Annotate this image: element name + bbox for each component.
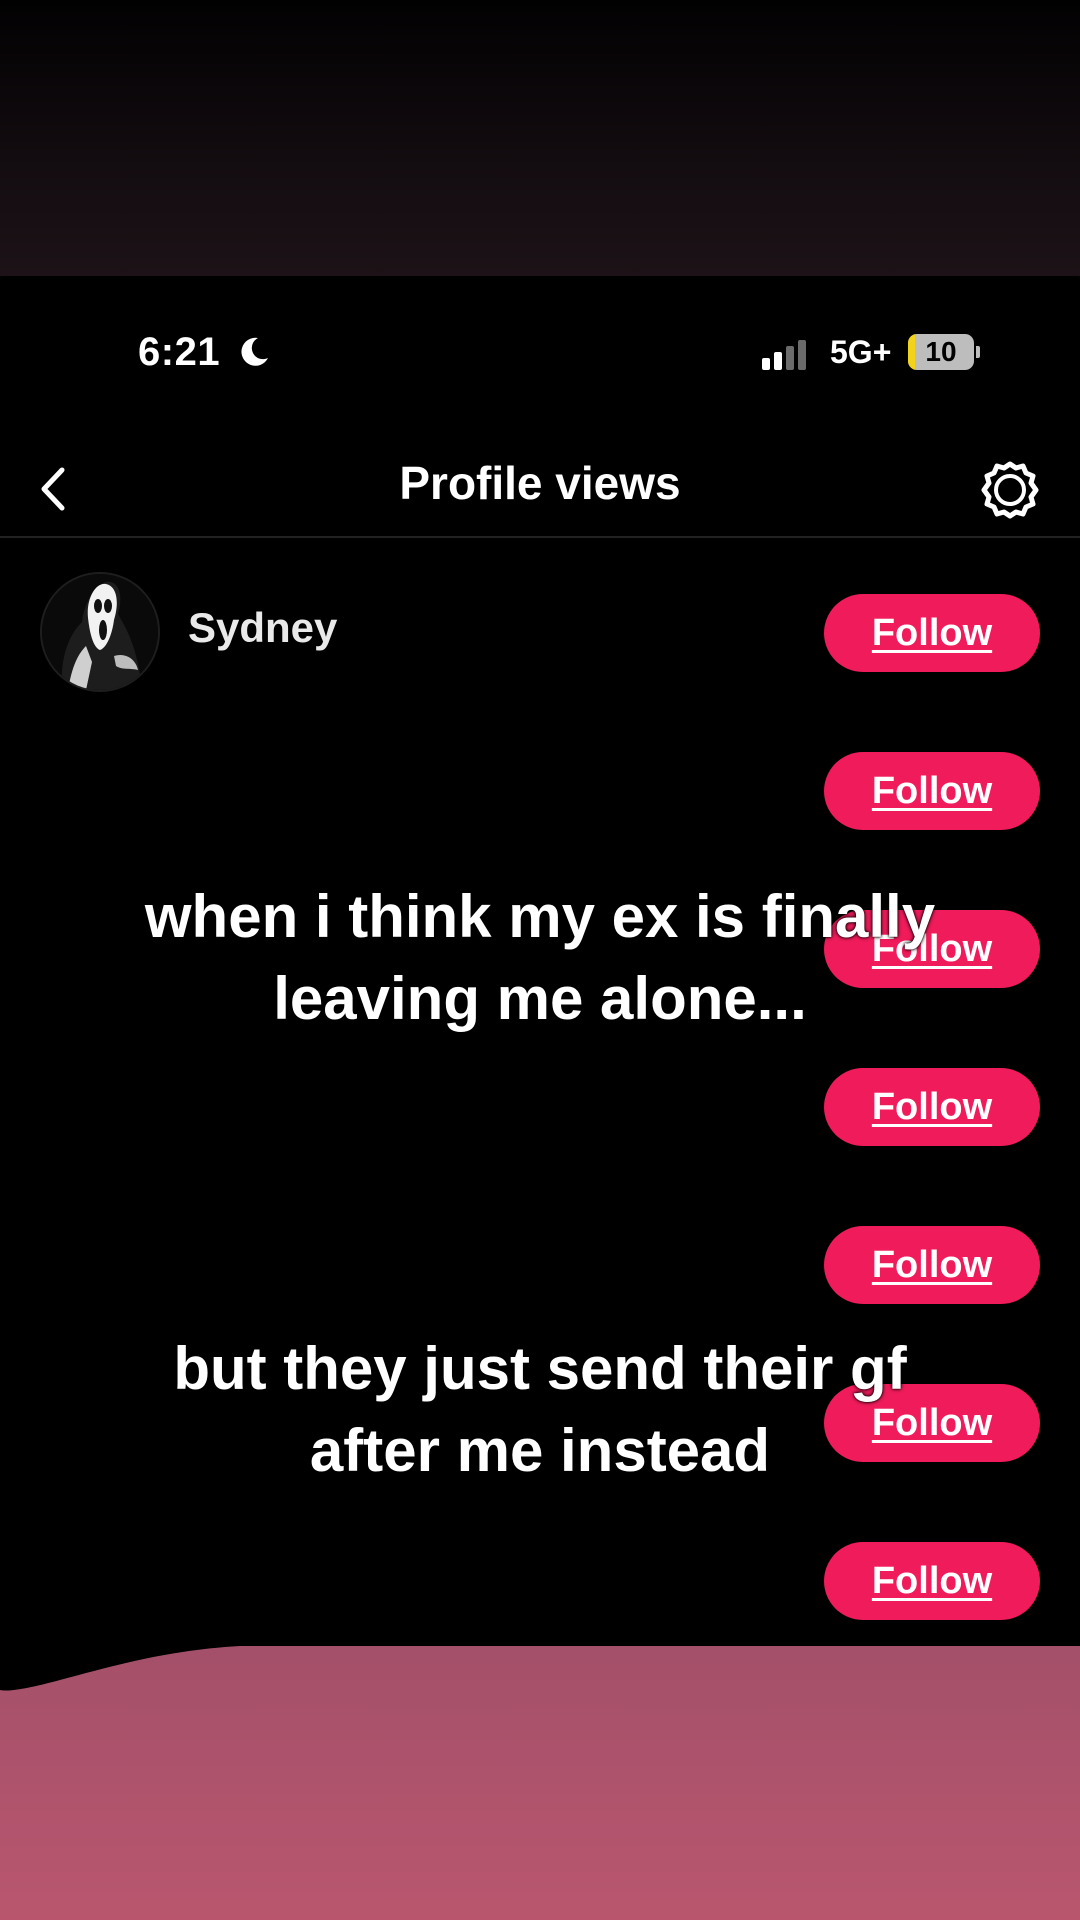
status-bar: 6:21 5G+ 10 [0,276,1080,436]
torn-edge-decoration [0,1640,1080,1691]
caption-line: when i think my ex is finally [144,883,936,950]
follow-button[interactable]: Follow [824,1226,1040,1304]
ghostface-avatar-image [42,574,158,690]
follow-button[interactable]: Follow [824,1542,1040,1620]
follow-button[interactable]: Follow [824,1068,1040,1146]
list-item: Follow [0,1486,1080,1644]
caption-line: after me instead [309,1417,771,1484]
battery-level: 10 [925,336,957,367]
follow-button[interactable]: Follow [824,594,1040,672]
caption-overlay-second: but they just send their gf after me ins… [0,1328,1080,1492]
follow-button[interactable]: Follow [824,752,1040,830]
list-item: Follow [0,696,1080,854]
avatar[interactable] [40,572,160,692]
status-time: 6:21 [138,330,221,374]
signal-icon [762,340,806,370]
page-title: Profile views [399,457,681,509]
list-item: Sydney Follow [0,538,1080,696]
caption-line: but they just send their gf [173,1335,907,1402]
top-backdrop [0,0,1080,276]
page: 6:21 5G+ 10 Profile views Sydney Follow … [0,0,1080,1920]
moon-icon [241,337,268,366]
nav-bar: Profile views [0,436,1080,538]
list-item: Follow [0,1170,1080,1328]
caption-line: leaving me alone... [273,965,807,1032]
gear-icon[interactable] [978,458,1042,522]
username[interactable]: Sydney [188,604,337,652]
network-label: 5G+ [830,334,892,370]
battery-icon: 10 [908,334,980,370]
caption-overlay-first: when i think my ex is finally leaving me… [0,876,1080,1040]
